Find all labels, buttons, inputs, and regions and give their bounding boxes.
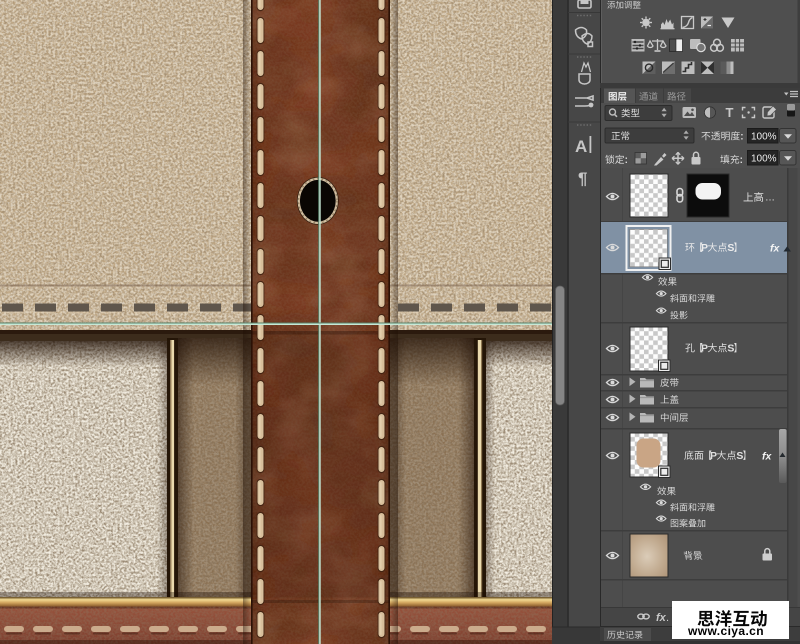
svg-text::: : bbox=[740, 155, 743, 166]
svg-text::: : bbox=[625, 155, 628, 166]
svg-text:S: S bbox=[727, 242, 734, 254]
svg-text:P: P bbox=[710, 450, 717, 462]
svg-text:¶: ¶ bbox=[578, 169, 587, 188]
svg-text:S: S bbox=[727, 343, 734, 355]
svg-text:T: T bbox=[726, 105, 734, 120]
svg-text:P: P bbox=[701, 343, 708, 355]
svg-text:100%: 100% bbox=[751, 131, 777, 142]
svg-text:.: . bbox=[666, 612, 669, 624]
svg-text::: : bbox=[740, 132, 743, 143]
svg-text:P: P bbox=[701, 242, 708, 254]
svg-text:fx: fx bbox=[762, 451, 772, 463]
svg-text:100%: 100% bbox=[751, 153, 777, 164]
svg-text:A: A bbox=[575, 137, 587, 156]
svg-text:www.ciya.cn: www.ciya.cn bbox=[687, 624, 764, 638]
svg-text:…: … bbox=[765, 193, 775, 204]
svg-text:S: S bbox=[736, 450, 743, 462]
svg-text:fx: fx bbox=[770, 243, 780, 255]
